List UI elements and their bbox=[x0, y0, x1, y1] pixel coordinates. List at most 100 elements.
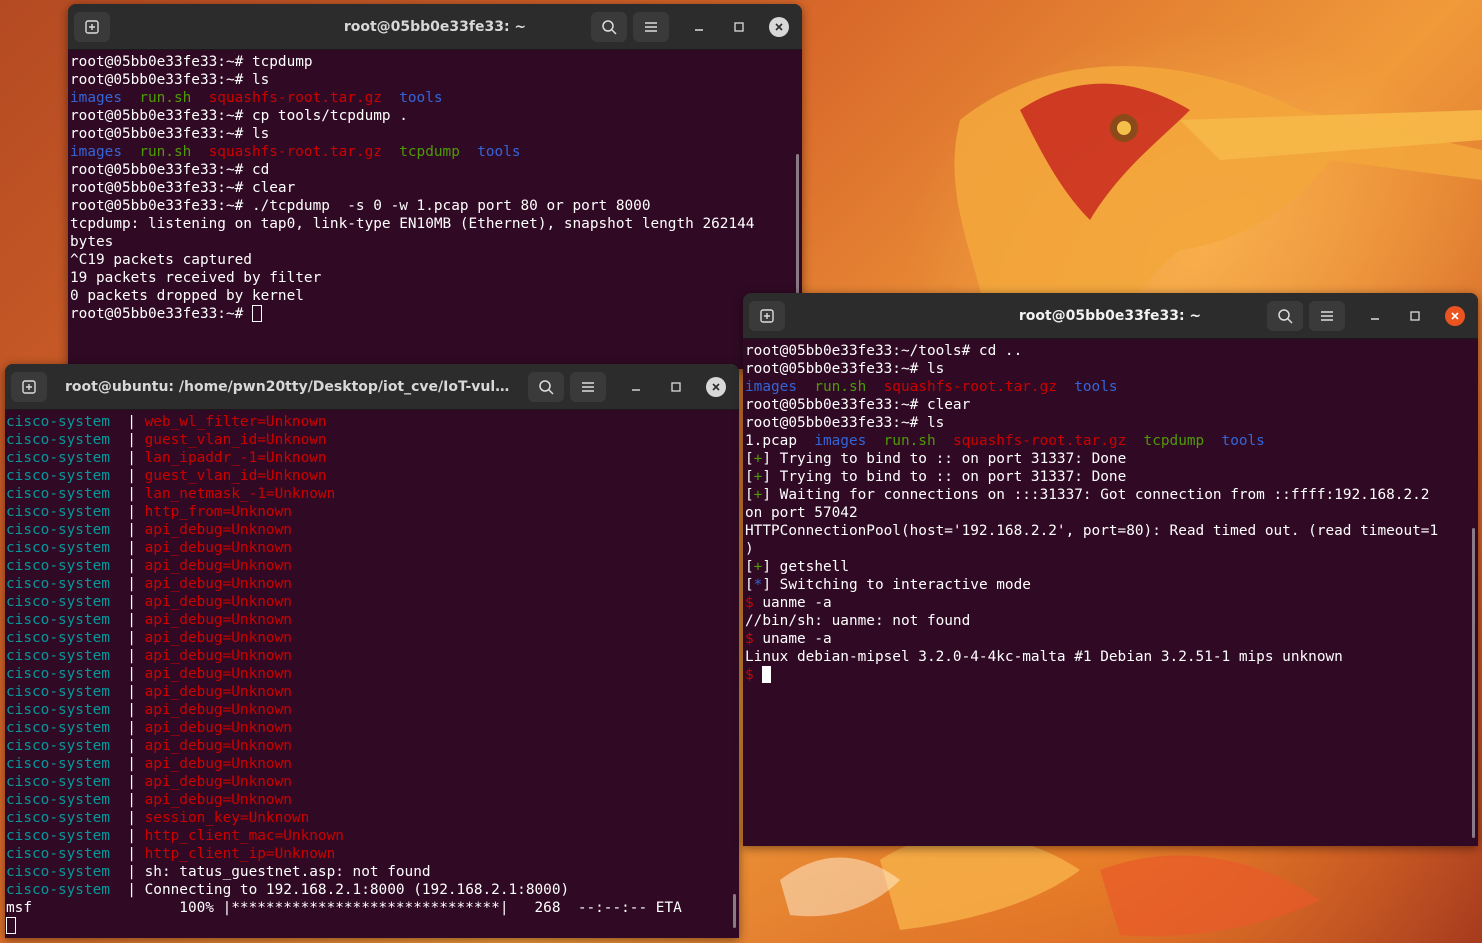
terminal-line: root@05bb0e33fe33:~# clear bbox=[745, 396, 1470, 414]
search-icon bbox=[1278, 309, 1293, 324]
maximize-button[interactable] bbox=[1405, 306, 1425, 326]
terminal-line: cisco-system | api_debug=Unknown bbox=[6, 575, 731, 593]
terminal-text: 19 packets received by filter bbox=[70, 270, 322, 286]
close-button[interactable] bbox=[769, 17, 789, 37]
hamburger-menu-icon bbox=[1321, 311, 1333, 321]
terminal-output[interactable]: root@05bb0e33fe33:~/tools# cd .. root@05b… bbox=[745, 342, 1470, 846]
terminal-text: $ bbox=[745, 595, 754, 611]
terminal-text: | bbox=[109, 612, 145, 628]
terminal-line: cisco-system | guest_vlan_id=Unknown bbox=[6, 431, 731, 449]
terminal-window-tcpdump[interactable]: root@05bb0e33fe33: ~ root@05bb0e33fe33:~… bbox=[68, 4, 802, 369]
menu-button[interactable] bbox=[633, 12, 669, 42]
search-button[interactable] bbox=[1267, 301, 1303, 331]
close-icon bbox=[712, 383, 720, 391]
terminal-line: root@05bb0e33fe33:~# cp tools/tcpdump . bbox=[70, 107, 794, 125]
maximize-button[interactable] bbox=[666, 377, 686, 397]
terminal-text: api_debug=Unknown bbox=[144, 576, 292, 592]
terminal-line: on port 57042 bbox=[745, 504, 1470, 522]
terminal-text: root@05bb0e33fe33:~/tools# cd .. bbox=[745, 343, 1023, 359]
search-icon bbox=[602, 20, 617, 35]
terminal-line: [+] Trying to bind to :: on port 31337: … bbox=[745, 468, 1470, 486]
terminal-line: bytes bbox=[70, 233, 794, 251]
terminal-text: root@05bb0e33fe33:~# ls bbox=[745, 415, 945, 431]
terminal-text: images bbox=[70, 144, 122, 160]
minimize-button[interactable] bbox=[1365, 306, 1385, 326]
new-tab-button[interactable] bbox=[74, 12, 110, 42]
terminal-text: cisco-system bbox=[6, 576, 110, 592]
terminal-line: 19 packets received by filter bbox=[70, 269, 794, 287]
close-icon bbox=[775, 23, 783, 31]
titlebar[interactable]: root@ubuntu: /home/pwn20tty/Desktop/iot_… bbox=[5, 364, 739, 410]
terminal-text: cisco-system bbox=[6, 540, 110, 556]
terminal-line: cisco-system | lan_ipaddr_-1=Unknown bbox=[6, 449, 731, 467]
terminal-line: root@05bb0e33fe33:~# ./tcpdump -s 0 -w 1… bbox=[70, 197, 794, 215]
terminal-text: images bbox=[745, 379, 797, 395]
terminal-text: ^C19 packets captured bbox=[70, 252, 252, 268]
terminal-line: cisco-system | lan_netmask_-1=Unknown bbox=[6, 485, 731, 503]
new-tab-button[interactable] bbox=[11, 372, 47, 402]
terminal-text: ] Switching to interactive mode bbox=[762, 577, 1031, 593]
terminal-line: ^C19 packets captured bbox=[70, 251, 794, 269]
scrollbar[interactable] bbox=[733, 894, 736, 928]
terminal-text: [ bbox=[745, 487, 754, 503]
terminal-text: cisco-system bbox=[6, 882, 110, 898]
titlebar[interactable]: root@05bb0e33fe33: ~ bbox=[743, 293, 1478, 339]
terminal-line: cisco-system | api_debug=Unknown bbox=[6, 665, 731, 683]
window-title: root@05bb0e33fe33: ~ bbox=[1018, 308, 1202, 324]
terminal-output[interactable]: cisco-system | web_wl_filter=Unknown cisc… bbox=[6, 413, 731, 938]
terminal-line: cisco-system | api_debug=Unknown bbox=[6, 629, 731, 647]
terminal-window-iot-vulhub[interactable]: root@ubuntu: /home/pwn20tty/Desktop/iot_… bbox=[5, 364, 739, 938]
terminal-text: tools bbox=[399, 90, 443, 106]
terminal-text: api_debug=Unknown bbox=[144, 666, 292, 682]
new-tab-button[interactable] bbox=[749, 301, 785, 331]
terminal-text: images bbox=[814, 433, 867, 449]
terminal-text: cisco-system bbox=[6, 756, 110, 772]
terminal-output[interactable]: root@05bb0e33fe33:~# tcpdump root@05bb0e3… bbox=[70, 53, 794, 369]
terminal-line: cisco-system | api_debug=Unknown bbox=[6, 593, 731, 611]
search-icon bbox=[539, 380, 554, 395]
terminal-line: msf 100% |******************************… bbox=[6, 899, 731, 917]
terminal-text: lan_ipaddr_-1=Unknown bbox=[144, 450, 327, 466]
terminal-text: cisco-system bbox=[6, 630, 110, 646]
terminal-text: api_debug=Unknown bbox=[144, 792, 292, 808]
terminal-line: Linux debian-mipsel 3.2.0-4-4kc-malta #1… bbox=[745, 648, 1470, 666]
hamburger-menu-icon bbox=[645, 22, 657, 32]
minimize-button[interactable] bbox=[689, 17, 709, 37]
terminal-text: cisco-system bbox=[6, 702, 110, 718]
terminal-line: cisco-system | api_debug=Unknown bbox=[6, 539, 731, 557]
scrollbar[interactable] bbox=[1472, 528, 1475, 838]
menu-button[interactable] bbox=[1309, 301, 1345, 331]
terminal-text: api_debug=Unknown bbox=[144, 558, 292, 574]
terminal-text: | bbox=[109, 738, 145, 754]
search-button[interactable] bbox=[591, 12, 627, 42]
terminal-text: root@05bb0e33fe33:~# cd bbox=[70, 162, 270, 178]
titlebar[interactable]: root@05bb0e33fe33: ~ bbox=[68, 4, 802, 50]
menu-button[interactable] bbox=[570, 372, 606, 402]
terminal-text: run.sh bbox=[883, 433, 936, 449]
maximize-icon bbox=[734, 22, 744, 32]
terminal-text: | bbox=[109, 432, 145, 448]
terminal-text: cisco-system bbox=[6, 486, 110, 502]
terminal-text: api_debug=Unknown bbox=[144, 684, 292, 700]
terminal-line: [+] getshell bbox=[745, 558, 1470, 576]
terminal-text: session_key=Unknown bbox=[144, 810, 310, 826]
terminal-window-exploit[interactable]: root@05bb0e33fe33: ~ root@05bb0e33fe33:~… bbox=[743, 293, 1478, 846]
terminal-text: ] Trying to bind to :: on port 31337: Do… bbox=[762, 469, 1127, 485]
search-button[interactable] bbox=[528, 372, 564, 402]
terminal-text: | bbox=[109, 846, 145, 862]
close-button[interactable] bbox=[706, 377, 726, 397]
maximize-button[interactable] bbox=[729, 17, 749, 37]
terminal-line: images run.sh squashfs-root.tar.gz tools bbox=[70, 89, 794, 107]
terminal-text: //bin/sh: uanme: not found bbox=[745, 613, 971, 629]
terminal-line: cisco-system | Connecting to 192.168.2.1… bbox=[6, 881, 731, 899]
close-button[interactable] bbox=[1445, 306, 1465, 326]
terminal-text: cisco-system bbox=[6, 666, 110, 682]
terminal-line: cisco-system | api_debug=Unknown bbox=[6, 791, 731, 809]
minimize-button[interactable] bbox=[626, 377, 646, 397]
terminal-line: //bin/sh: uanme: not found bbox=[745, 612, 1470, 630]
